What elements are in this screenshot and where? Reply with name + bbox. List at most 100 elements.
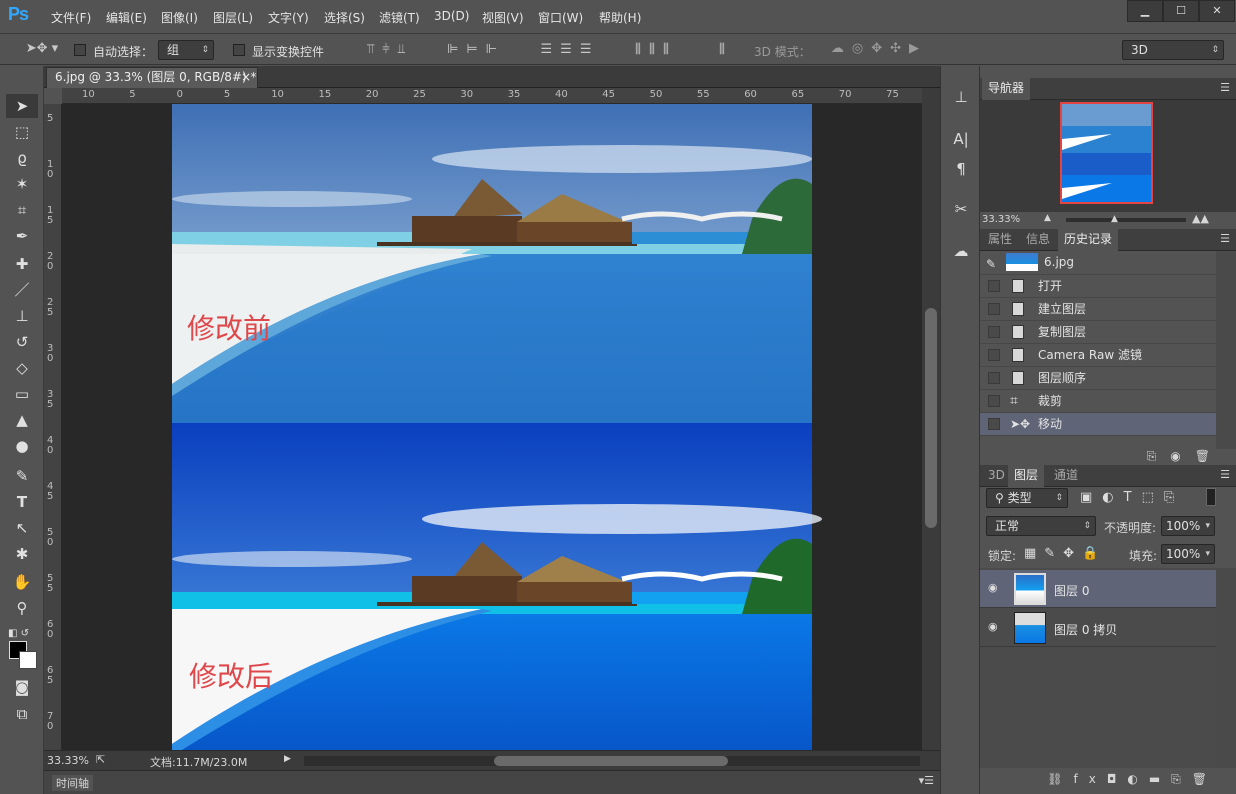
panel-menu-icon[interactable]: ☰ [1220, 232, 1230, 245]
show-transform-checkbox[interactable] [233, 44, 245, 56]
gradient-icon[interactable]: ▭ [6, 382, 38, 406]
history-source-checkbox[interactable] [988, 303, 1000, 315]
clone-stamp-icon[interactable]: ⊥ [6, 304, 38, 328]
layers-scrollbar[interactable] [1216, 568, 1236, 768]
export-icon[interactable]: ⇱ [96, 753, 105, 766]
horizontal-scrollbar[interactable] [304, 756, 920, 766]
delete-icon[interactable]: 🗑 [1192, 772, 1218, 786]
healing-brush-icon[interactable]: ✚ [6, 252, 38, 276]
history-step[interactable]: ⌗ 裁剪 [980, 390, 1216, 413]
screen-mode-icon[interactable]: ⧉ [6, 702, 38, 726]
brush-tool-icon[interactable]: ／ [6, 278, 38, 302]
navigator-zoom-value[interactable]: 33.33% [982, 214, 1020, 225]
timeline-tab[interactable]: 时间轴 [52, 775, 93, 791]
workspace-dropdown[interactable]: 3D ⇕ [1122, 40, 1224, 60]
layer-filter-icons[interactable]: ▣◐T⬚⎘ [1080, 490, 1184, 505]
history-step[interactable]: 建立图层 [980, 298, 1216, 321]
move-tool-preset-icon[interactable]: ➤✥ ▾ [22, 41, 62, 56]
marquee-tool-icon[interactable]: ⬚ [6, 120, 38, 144]
eye-icon[interactable]: ◉ [988, 582, 1002, 593]
zoom-slider[interactable] [1066, 218, 1186, 222]
zoom-out-icon[interactable]: ▲ [1044, 213, 1051, 223]
navigator-view[interactable] [980, 100, 1236, 212]
crop-tool-icon[interactable]: ⌗ [6, 198, 38, 222]
blur-tool-icon[interactable]: ▲ [6, 408, 38, 432]
mask-icon[interactable]: ◘ [1107, 772, 1128, 786]
history-step[interactable]: 打开 [980, 275, 1216, 298]
dodge-tool-icon[interactable]: ● [6, 434, 38, 458]
layer-name[interactable]: 图层 0 拷贝 [1054, 621, 1117, 638]
creative-cloud-icon[interactable]: ☁ [947, 242, 975, 266]
tab-channels[interactable]: 通道 [1048, 465, 1084, 487]
menu-help[interactable]: 帮助(H) [599, 9, 641, 26]
delete-icon[interactable]: 🗑 [1195, 449, 1224, 463]
layer-filter-dropdown[interactable]: ⚲ 类型 ⇕ [986, 488, 1068, 508]
distribute-horizontal-icons[interactable]: ⫼⫼⫼ [616, 42, 696, 57]
background-color-swatch[interactable] [19, 651, 37, 669]
history-source-checkbox[interactable] [988, 349, 1000, 361]
tab-history[interactable]: 历史记录 [1058, 229, 1119, 251]
layer-row[interactable]: ◉ 图层 0 拷贝 [980, 609, 1216, 647]
tab-3d[interactable]: 3D [982, 465, 1011, 487]
distribute-vertical-icons[interactable]: ☰☰☰ [530, 42, 610, 57]
adjustment-icon[interactable]: ◐ [1127, 772, 1148, 786]
panel-menu-icon[interactable]: ☰ [1220, 81, 1230, 94]
lock-icons[interactable]: ▦✎✥🔒 [1024, 546, 1106, 561]
document-tab[interactable]: 6.jpg @ 33.3% (图层 0, RGB/8#) * × [46, 67, 258, 88]
history-brush-icon[interactable]: ↺ [6, 330, 38, 354]
vertical-scroll-thumb[interactable] [925, 308, 937, 528]
type-tool-icon[interactable]: T [6, 490, 38, 514]
eyedropper-icon[interactable]: ✒ [6, 224, 38, 248]
align-horizontal-icons[interactable]: ⊫⊨⊩ [436, 42, 516, 57]
fill-input[interactable]: 100% ▾ [1161, 544, 1215, 564]
zoom-level[interactable]: 33.33% [47, 754, 89, 767]
zoom-slider-handle[interactable]: ▲ [1111, 214, 1118, 224]
custom-shape-icon[interactable]: ✱ [6, 542, 38, 566]
tools-settings-icon[interactable]: ✂ [947, 200, 975, 224]
move-tool-icon[interactable]: ➤ [6, 94, 38, 118]
menu-filter[interactable]: 滤镜(T) [379, 9, 420, 26]
filter-toggle-switch[interactable] [1206, 488, 1216, 506]
align-vertical-icons[interactable]: ⫪⫩⫫ [350, 42, 430, 57]
eraser-icon[interactable]: ◇ [6, 356, 38, 380]
tab-layers[interactable]: 图层 [1008, 465, 1045, 487]
history-step[interactable]: 图层顺序 [980, 367, 1216, 390]
menu-layer[interactable]: 图层(L) [213, 9, 253, 26]
menu-select[interactable]: 选择(S) [324, 9, 365, 26]
history-source-checkbox[interactable] [988, 372, 1000, 384]
history-source-checkbox[interactable] [988, 280, 1000, 292]
canvas-area[interactable]: 修改前 修改后 [62, 104, 922, 750]
close-window-button[interactable]: ✕ [1199, 0, 1235, 22]
close-tab-icon[interactable]: × [241, 68, 251, 87]
path-select-icon[interactable]: ↖ [6, 516, 38, 540]
panel-menu-icon[interactable]: ☰ [1220, 468, 1230, 481]
snapshot-camera-icon[interactable]: ◉ [1170, 449, 1194, 463]
tab-info[interactable]: 信息 [1020, 229, 1056, 251]
pen-tool-icon[interactable]: ✎ [6, 464, 38, 488]
history-source-checkbox[interactable] [988, 418, 1000, 430]
history-snapshot[interactable]: ✎ 6.jpg [980, 251, 1216, 275]
history-source-checkbox[interactable] [988, 326, 1000, 338]
layer-row-selected[interactable]: ◉ 图层 0 [980, 570, 1216, 608]
minimize-button[interactable]: ▁ [1127, 0, 1163, 22]
history-brush-source-icon[interactable]: ✎ [986, 253, 996, 275]
auto-align-icon[interactable]: ⫼ [710, 42, 734, 57]
paragraph-panel-icon[interactable]: ¶ [947, 160, 975, 184]
menu-type[interactable]: 文字(Y) [268, 9, 309, 26]
auto-select-dropdown[interactable]: 组 ⇕ [158, 40, 214, 60]
zoom-tool-icon[interactable]: ⚲ [6, 596, 38, 620]
3d-mode-icons[interactable]: ☁◎✥✣▶ [814, 41, 944, 56]
menu-view[interactable]: 视图(V) [482, 9, 524, 26]
new-document-from-state-icon[interactable]: ⎘ [1147, 449, 1171, 463]
menu-file[interactable]: 文件(F) [51, 9, 91, 26]
tab-properties[interactable]: 属性 [982, 229, 1018, 251]
character-panel-icon[interactable]: A| [947, 130, 975, 154]
history-scrollbar[interactable] [1216, 251, 1236, 449]
auto-select-checkbox[interactable] [74, 44, 86, 56]
history-source-checkbox[interactable] [988, 395, 1000, 407]
group-folder-icon[interactable]: ▬ [1149, 772, 1171, 786]
link-icon[interactable]: ⛓ [1047, 772, 1073, 786]
history-step-active[interactable]: ➤✥ 移动 [980, 413, 1216, 436]
quick-mask-icon[interactable]: ◙ [6, 675, 38, 699]
tool-presets-icon[interactable]: ⊥ [947, 88, 975, 112]
